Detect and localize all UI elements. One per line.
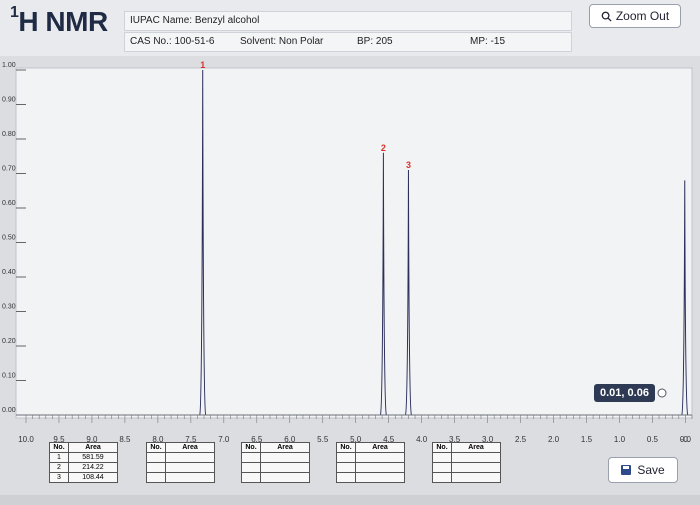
y-tick-label: 0.70 [2,166,16,173]
table-cell [165,472,215,483]
table-header: Area [165,442,215,453]
table-cell [451,472,501,483]
iupac-row: IUPAC Name: Benzyl alcohol [124,11,572,31]
table-cell [260,452,310,463]
floppy-disk-icon [621,465,632,475]
peak-area-table: No. Area [336,442,405,483]
table-cell [260,462,310,473]
iupac-name: IUPAC Name: Benzyl alcohol [130,15,260,26]
bottom-bar [0,495,700,505]
table-row [336,452,405,463]
table-row [241,462,310,473]
save-label: Save [637,463,665,477]
table-cell [432,452,452,463]
y-tick-label: 0.10 [2,373,16,380]
table-cell: 108.44 [68,472,118,483]
table-header: No. [241,442,261,453]
y-tick-label: 0.90 [2,97,16,104]
table-cell [451,462,501,473]
table-row [146,472,215,483]
solvent: Solvent: Non Polar [240,36,324,47]
table-cell [355,452,405,463]
table-cell [260,472,310,483]
y-tick-label: 0.60 [2,200,16,207]
table-header: No. [146,442,166,453]
melting-point: MP: -15 [470,36,506,47]
title-superscript: 1 [10,4,19,21]
table-row [146,462,215,473]
cursor-tooltip: 0.01, 0.06 [594,384,655,402]
table-row [432,472,501,483]
table-row: 2 214.22 [49,462,118,473]
peak-area-table: No. Area 1 581.59 2 214.22 3 108.44 [49,442,118,483]
table-header: No. [49,442,69,453]
table-cell [336,462,356,473]
table-cell [432,462,452,473]
title-text: H NMR [18,6,108,37]
nmr-spectrum-chart[interactable]: 0.00 0.10 0.20 0.30 0.40 0.50 0.60 0.70 0.80 0.90… [0,56,700,476]
table-cell [241,452,261,463]
peak-area-table: No. Area [146,442,215,483]
peak-area-tables: No. Area 1 581.59 2 214.22 3 108.44 No. Area No. Ar… [0,442,700,492]
table-cell [336,472,356,483]
header: 1H NMR IUPAC Name: Benzyl alcohol CAS No… [0,0,700,56]
table-cell [241,472,261,483]
x-axis: 10.0 9.5 9.0 8.5 8.0 7.5 7.0 6.5 6.0 5.5 5.0 4.5 4.0… [18,415,693,444]
cursor-marker[interactable] [657,388,667,398]
table-header: No. [432,442,452,453]
boiling-point: BP: 205 [357,36,393,47]
table-row [146,452,215,463]
peak-label: 2 [381,143,386,153]
y-tick-label: 0.20 [2,338,16,345]
table-cell [355,472,405,483]
table-row [336,462,405,473]
y-tick-label: 0.40 [2,269,16,276]
properties-row: CAS No.: 100-51-6 Solvent: Non Polar BP:… [124,32,572,52]
peak-label: 1 [200,60,205,70]
table-row: 1 581.59 [49,452,118,463]
table-row [432,452,501,463]
save-button[interactable]: Save [608,457,678,483]
table-header: Area [260,442,310,453]
table-row: 3 108.44 [49,472,118,483]
zoom-out-button[interactable]: Zoom Out [589,4,681,28]
table-cell [146,472,166,483]
plot-area [15,67,693,419]
page-title: 1H NMR [10,4,108,38]
table-cell [146,452,166,463]
peak-area-table: No. Area [241,442,310,483]
peak-area-table: No. Area [432,442,501,483]
y-tick-label: 0.30 [2,304,16,311]
zoom-out-label: Zoom Out [615,9,670,23]
table-cell [146,462,166,473]
table-row [241,472,310,483]
table-row [336,472,405,483]
table-cell [432,472,452,483]
table-cell [355,462,405,473]
table-cell: 3 [49,472,69,483]
cas-number: CAS No.: 100-51-6 [130,36,215,47]
table-cell: 2 [49,462,69,473]
peak-label: 3 [406,160,411,170]
y-tick-label: 0.50 [2,235,16,242]
y-tick-label: 0.80 [2,131,16,138]
table-cell [165,452,215,463]
magnifier-icon [601,11,612,22]
y-tick-label: 0.00 [2,407,16,414]
table-cell: 1 [49,452,69,463]
table-cell [241,462,261,473]
table-cell [336,452,356,463]
table-header: Area [355,442,405,453]
table-header: Area [451,442,501,453]
table-header: Area [68,442,118,453]
table-cell [451,452,501,463]
table-cell: 581.59 [68,452,118,463]
table-row [432,462,501,473]
table-cell: 214.22 [68,462,118,473]
y-tick-label: 1.00 [2,62,16,69]
table-header: No. [336,442,356,453]
table-row [241,452,310,463]
table-cell [165,462,215,473]
